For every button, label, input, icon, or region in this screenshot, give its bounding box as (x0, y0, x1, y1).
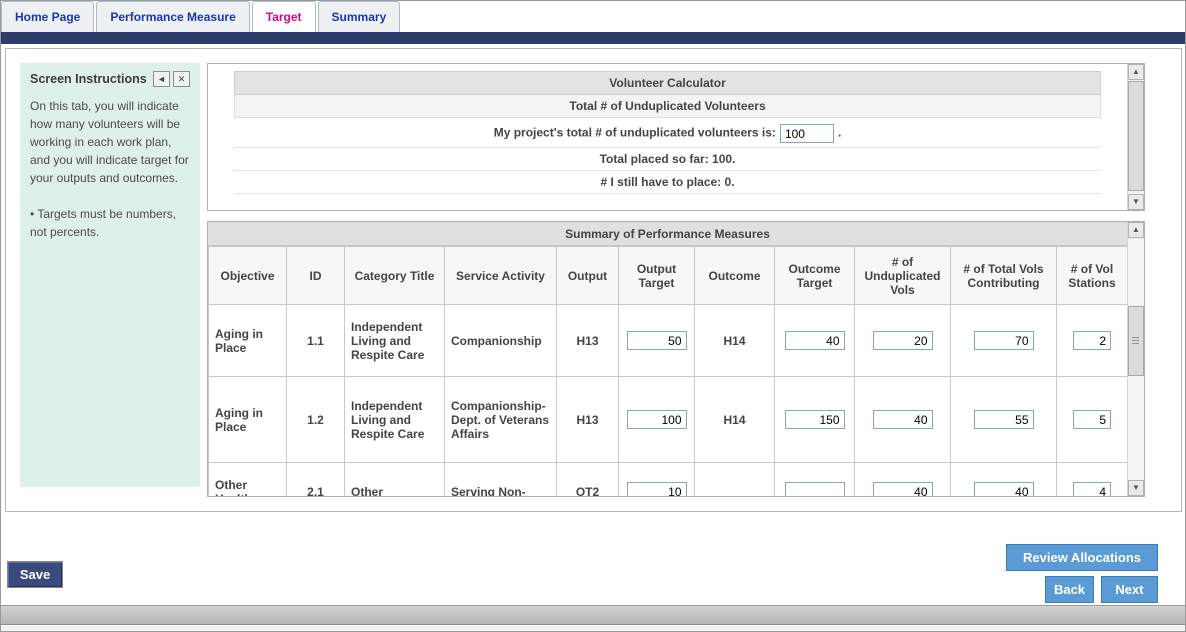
cell-outcome: H14 (695, 377, 775, 463)
back-button[interactable]: Back (1045, 576, 1094, 603)
output-target-input[interactable] (627, 331, 687, 350)
review-allocations-button[interactable]: Review Allocations (1006, 544, 1158, 571)
calculator-scroll-down-button[interactable]: ▼ (1128, 194, 1144, 210)
cell-service-activity: Companionship (445, 305, 557, 377)
cell-category-title: Independent Living and Respite Care (345, 305, 445, 377)
scroll-thumb-grip-icon (1132, 337, 1139, 344)
column-header-id: ID (287, 247, 345, 305)
unduplicated-vols-input[interactable] (873, 331, 933, 350)
instructions-close-button[interactable]: ✕ (173, 71, 190, 87)
up-arrow-icon: ▲ (1132, 225, 1140, 234)
cell-objective: Aging in Place (209, 305, 287, 377)
unduplicated-volunteers-input[interactable] (780, 124, 834, 143)
summary-scroll-thumb[interactable] (1128, 306, 1144, 376)
table-header-row: Objective ID Category Title Service Acti… (209, 247, 1128, 305)
unduplicated-vols-input[interactable] (873, 410, 933, 429)
screen-instructions-title: Screen Instructions (30, 72, 150, 86)
column-header-output: Output (557, 247, 619, 305)
up-arrow-icon: ▲ (1132, 67, 1140, 76)
table-row: Aging in Place 1.2 Independent Living an… (209, 377, 1128, 463)
instructions-prev-button[interactable]: ◄ (153, 71, 170, 87)
column-header-service-activity: Service Activity (445, 247, 557, 305)
cell-id: 2.1 (287, 463, 345, 497)
total-placed-text: Total placed so far: 100. (234, 148, 1101, 171)
cell-objective: Aging in Place (209, 377, 287, 463)
tab-target[interactable]: Target (252, 1, 316, 32)
column-header-total-vols-contributing: # of Total Vols Contributing (951, 247, 1057, 305)
outcome-target-input[interactable] (785, 410, 845, 429)
performance-measures-title: Summary of Performance Measures (208, 222, 1127, 246)
output-target-input[interactable] (627, 482, 687, 496)
summary-scrollbar[interactable]: ▲ ▼ (1127, 222, 1144, 496)
calculator-scroll-up-button[interactable]: ▲ (1128, 64, 1144, 80)
cell-category-title: Independent Living and Respite Care (345, 377, 445, 463)
screen-instructions-panel: Screen Instructions ◄ ✕ On this tab, you… (20, 63, 200, 487)
vol-stations-input[interactable] (1073, 331, 1111, 350)
unduplicated-vols-input[interactable] (873, 482, 933, 496)
volunteer-calculator-title: Volunteer Calculator (234, 71, 1101, 95)
tab-performance-measure[interactable]: Performance Measure (96, 1, 249, 32)
tab-summary[interactable]: Summary (318, 1, 401, 32)
summary-scroll-up-button[interactable]: ▲ (1128, 222, 1144, 238)
volunteer-calculator-subtitle: Total # of Unduplicated Volunteers (234, 95, 1101, 118)
window-bottom-strip (1, 626, 1185, 632)
down-arrow-icon: ▼ (1132, 483, 1140, 492)
calculator-scrollbar[interactable]: ▲ ▼ (1127, 64, 1144, 210)
vol-stations-input[interactable] (1073, 410, 1111, 429)
status-bar (1, 605, 1185, 625)
column-header-objective: Objective (209, 247, 287, 305)
cell-id: 1.2 (287, 377, 345, 463)
outcome-target-input[interactable] (785, 331, 845, 350)
cell-output: OT2 (557, 463, 619, 497)
tab-home-page[interactable]: Home Page (1, 1, 94, 32)
header-divider-bar (1, 32, 1185, 44)
cell-service-activity: Companionship-Dept. of Veterans Affairs (445, 377, 557, 463)
outcome-target-input[interactable] (785, 482, 845, 496)
volunteer-calculator-panel: Volunteer Calculator Total # of Unduplic… (207, 63, 1145, 211)
column-header-unduplicated-vols: # of Unduplicated Vols (855, 247, 951, 305)
calculator-scroll-thumb[interactable] (1128, 81, 1144, 191)
down-arrow-icon: ▼ (1132, 197, 1140, 206)
table-row: Aging in Place 1.1 Independent Living an… (209, 305, 1128, 377)
cell-output: H13 (557, 377, 619, 463)
summary-scroll-down-button[interactable]: ▼ (1128, 480, 1144, 496)
still-to-place-text: # I still have to place: 0. (234, 171, 1101, 194)
performance-measures-panel: Summary of Performance Measures Objectiv… (207, 221, 1145, 497)
cell-objective: Other Healthy (209, 463, 287, 497)
left-arrow-icon: ◄ (157, 74, 166, 84)
cell-service-activity: Serving Non- (445, 463, 557, 497)
unduplicated-volunteers-row: My project's total # of unduplicated vol… (234, 120, 1101, 148)
close-icon: ✕ (178, 74, 186, 84)
column-header-category-title: Category Title (345, 247, 445, 305)
performance-measures-table: Objective ID Category Title Service Acti… (208, 246, 1127, 496)
performance-measures-content: Summary of Performance Measures Objectiv… (208, 222, 1127, 496)
output-target-input[interactable] (627, 410, 687, 429)
unduplicated-volunteers-label: My project's total # of unduplicated vol… (494, 126, 776, 140)
total-vols-contributing-input[interactable] (974, 410, 1034, 429)
column-header-vol-stations: # of Vol Stations (1057, 247, 1128, 305)
cell-output: H13 (557, 305, 619, 377)
save-button[interactable]: Save (7, 561, 63, 588)
next-button[interactable]: Next (1101, 576, 1158, 603)
vol-stations-input[interactable] (1073, 482, 1111, 496)
total-vols-contributing-input[interactable] (974, 331, 1034, 350)
column-header-outcome-target: Outcome Target (775, 247, 855, 305)
tab-bar: Home Page Performance Measure Target Sum… (1, 1, 1185, 32)
application-window: Home Page Performance Measure Target Sum… (0, 0, 1186, 632)
table-row: Other Healthy 2.1 Other Serving Non- OT2 (209, 463, 1128, 497)
cell-outcome: H14 (695, 305, 775, 377)
column-header-output-target: Output Target (619, 247, 695, 305)
volunteer-calculator-content: Volunteer Calculator Total # of Unduplic… (208, 64, 1127, 210)
total-vols-contributing-input[interactable] (974, 482, 1034, 496)
column-header-outcome: Outcome (695, 247, 775, 305)
screen-instructions-header: Screen Instructions ◄ ✕ (30, 71, 190, 87)
cell-category-title: Other (345, 463, 445, 497)
instructions-note-text: • Targets must be numbers, not percents. (30, 205, 190, 241)
cell-outcome (695, 463, 775, 497)
content-frame: Screen Instructions ◄ ✕ On this tab, you… (5, 48, 1182, 512)
cell-id: 1.1 (287, 305, 345, 377)
instructions-body-text: On this tab, you will indicate how many … (30, 97, 190, 187)
sentence-period: . (838, 126, 841, 140)
